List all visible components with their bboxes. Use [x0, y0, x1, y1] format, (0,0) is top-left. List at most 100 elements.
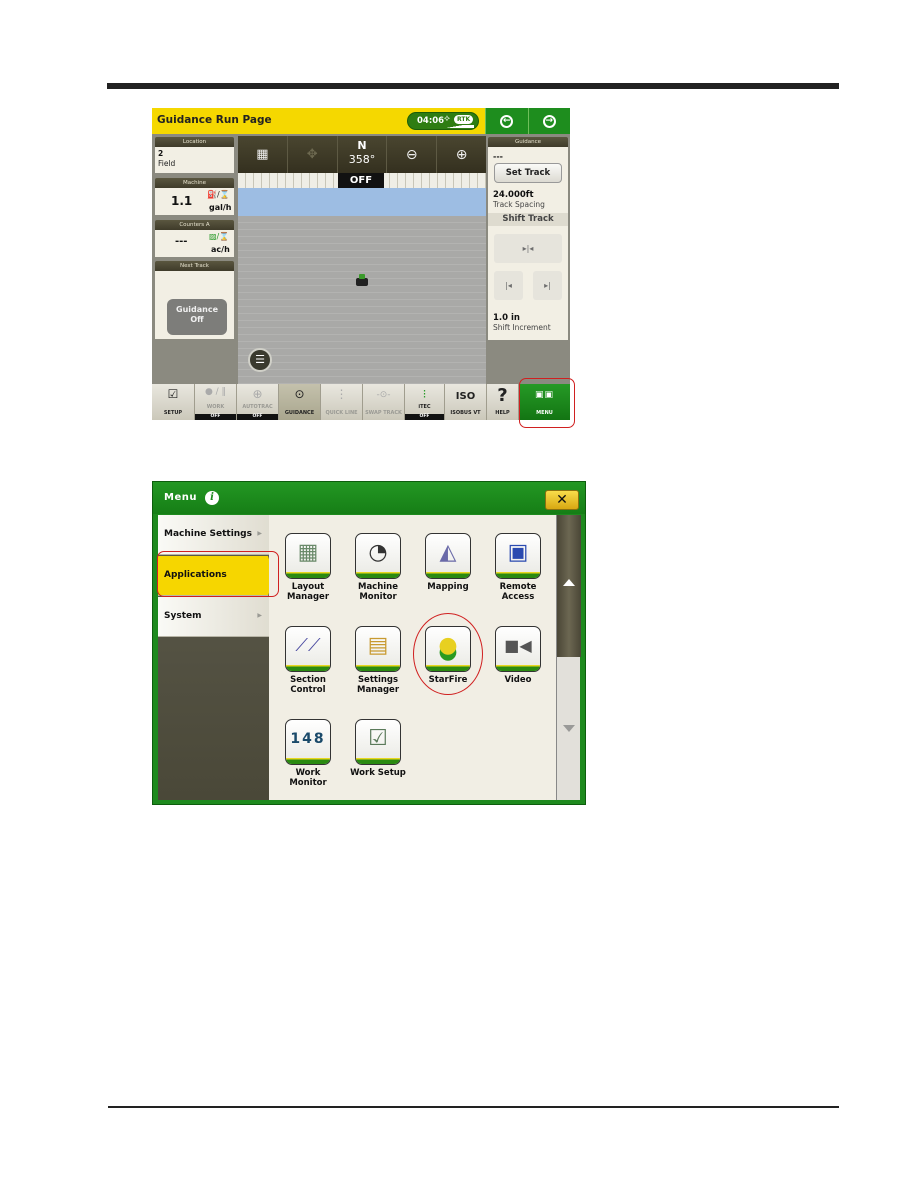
track-spacing-value: 24.000ft: [493, 190, 534, 200]
map-sky: [238, 188, 486, 216]
guidance-map-view[interactable]: ▦ ✥ N 358° ⊖ ⊕ OFF ☰: [238, 136, 486, 386]
menu-header: Menu i ✕: [153, 482, 585, 514]
app-work-setup[interactable]: ☑ Work Setup: [345, 719, 411, 778]
swap-track-icon: -⊙-: [376, 390, 391, 400]
guidance-icon: ⊙: [294, 387, 305, 401]
app-settings-manager[interactable]: ▤ Settings Manager: [345, 626, 411, 695]
app-mapping[interactable]: ◭ Mapping: [415, 533, 481, 592]
app-work-monitor[interactable]: 148 Work Monitor: [275, 719, 341, 788]
work-label: WORK: [206, 404, 225, 410]
status-pill[interactable]: 04:06 ⟡ RTK: [407, 112, 479, 130]
autotrac-state: OFF: [237, 414, 278, 420]
quick-line-icon: ⋮: [335, 387, 348, 401]
pan-button[interactable]: ✥: [288, 136, 338, 173]
guidance-header: Guidance Run Page 04:06 ⟡ RTK: [152, 108, 485, 134]
zoom-out-icon: ⊖: [405, 146, 418, 163]
gauge-icon: ◔: [355, 533, 401, 579]
guidance-run-page-screen: Guidance Run Page 04:06 ⟡ RTK ← → Locati…: [152, 108, 570, 420]
next-page-button[interactable]: →: [527, 108, 571, 134]
close-button[interactable]: ✕: [545, 490, 579, 510]
arrow-down-icon[interactable]: [563, 725, 575, 732]
pan-arrows-icon: ✥: [306, 147, 318, 162]
guidance-panel: --- Set Track 24.000ft Track Spacing Shi…: [488, 147, 568, 340]
layers-list-button[interactable]: ☰: [248, 348, 272, 372]
help-icon: ?: [497, 385, 508, 406]
app-video[interactable]: ■◀ Video: [485, 626, 551, 685]
machine-module[interactable]: 1.1 ⛽/⌛ gal/h: [155, 188, 234, 215]
location-number: 2: [158, 149, 164, 158]
work-state: OFF: [195, 414, 236, 420]
sidebar-item-system[interactable]: System ▶: [158, 597, 269, 637]
applications-callout: [157, 551, 279, 597]
autotrac-button[interactable]: ⊕ AUTOTRAC OFF: [237, 384, 279, 420]
shift-center-button[interactable]: ▸|◂: [494, 234, 562, 263]
satellite-icon: ⟡: [444, 114, 450, 124]
scroll-up-button[interactable]: [557, 515, 581, 657]
field-view-button[interactable]: ▦: [238, 136, 288, 173]
zoom-in-button[interactable]: ⊕: [437, 136, 486, 173]
settings-folder-icon: ▤: [355, 626, 401, 672]
work-button[interactable]: ● / ‖ WORK OFF: [195, 384, 237, 420]
arrow-up-icon: [563, 579, 575, 586]
shift-increment-value: 1.0 in: [493, 313, 520, 323]
status-time: 04:06: [417, 116, 445, 126]
previous-page-button[interactable]: ←: [485, 108, 528, 134]
page-footer-rule: [108, 1106, 839, 1108]
track-name: ---: [493, 152, 503, 161]
page-title: Guidance Run Page: [157, 114, 272, 126]
scrollbar[interactable]: [556, 515, 581, 800]
info-icon[interactable]: i: [205, 491, 219, 505]
remote-access-icon: ▣: [495, 533, 541, 579]
quick-line-label: QUICK LINE: [325, 410, 358, 416]
zoom-in-icon: ⊕: [455, 146, 468, 163]
setup-button[interactable]: ☑ SETUP: [152, 384, 195, 420]
next-track-module: Guidance Off: [155, 271, 234, 339]
app-label: Mapping: [427, 582, 469, 592]
guidance-button[interactable]: ⊙ GUIDANCE: [279, 384, 321, 420]
itec-button[interactable]: ⁝ iTEC OFF: [405, 384, 445, 420]
swap-track-label: SWAP TRACK: [365, 410, 402, 416]
chevron-right-icon: ▶: [257, 612, 262, 619]
guidance-off-button[interactable]: Guidance Off: [167, 299, 227, 335]
menu-callout: [519, 378, 575, 428]
isobus-vt-label: ISOBUS VT: [450, 410, 481, 416]
set-track-button[interactable]: Set Track: [494, 163, 562, 183]
layout-manager-icon: ▦: [285, 533, 331, 579]
location-header: Location: [155, 137, 234, 147]
page-header-rule: [107, 83, 839, 89]
isobus-vt-button[interactable]: ISO ISOBUS VT: [445, 384, 487, 420]
clipboard-icon: ☑: [355, 719, 401, 765]
counters-module[interactable]: --- ▨/⌛ ac/h: [155, 230, 234, 257]
app-layout-manager[interactable]: ▦ Layout Manager: [275, 533, 341, 602]
swap-track-button[interactable]: -⊙- SWAP TRACK: [363, 384, 405, 420]
location-module[interactable]: 2 Field: [155, 147, 234, 173]
starfire-callout: [413, 613, 483, 695]
page-nav: ← →: [485, 108, 570, 134]
guidance-state-badge: OFF: [338, 173, 384, 188]
sidebar-item-machine-settings[interactable]: Machine Settings ▶: [158, 515, 269, 555]
video-camera-icon: ■◀: [495, 626, 541, 672]
help-label: HELP: [495, 410, 510, 416]
autotrac-label: AUTOTRAC: [242, 404, 273, 410]
sidebar-item-label: Machine Settings: [164, 529, 252, 539]
compass-button[interactable]: N 358°: [338, 136, 388, 173]
shift-left-button[interactable]: |◂: [494, 271, 523, 300]
guidance-off-line1: Guidance: [176, 305, 218, 314]
compass-heading: N: [357, 139, 367, 152]
zoom-out-button[interactable]: ⊖: [387, 136, 438, 173]
app-label: Remote Access: [499, 582, 537, 602]
menu-screen: Menu i ✕ Machine Settings ▶ Applications…: [152, 481, 586, 805]
close-icon: ✕: [556, 492, 568, 508]
shift-right-button[interactable]: ▸|: [533, 271, 562, 300]
app-machine-monitor[interactable]: ◔ Machine Monitor: [345, 533, 411, 602]
app-remote-access[interactable]: ▣ Remote Access: [485, 533, 551, 602]
fuel-rate-value: 1.1: [171, 194, 193, 208]
itec-state: OFF: [405, 414, 444, 420]
help-button[interactable]: ? HELP: [487, 384, 519, 420]
app-section-control[interactable]: ⟋⟋ Section Control: [275, 626, 341, 695]
record-pause-icon: ● / ‖: [204, 387, 227, 397]
app-label: Layout Manager: [286, 582, 330, 602]
quick-line-button[interactable]: ⋮ QUICK LINE: [321, 384, 363, 420]
app-label: Work Monitor: [289, 768, 327, 788]
checklist-icon: ☑: [167, 387, 179, 401]
